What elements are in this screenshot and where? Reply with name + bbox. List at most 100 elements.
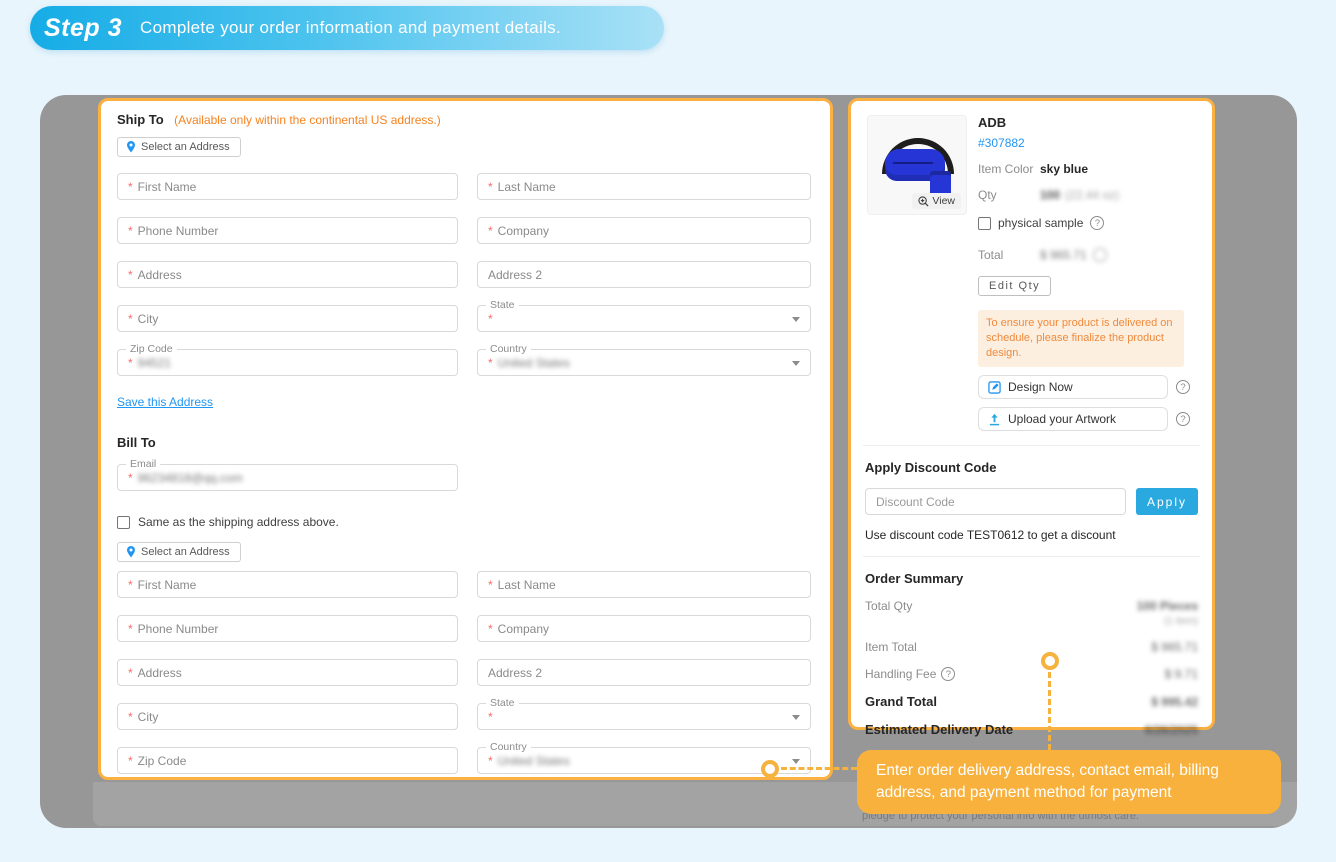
bill-city-input[interactable]: *City — [117, 703, 458, 730]
view-product-button[interactable]: View — [912, 193, 961, 209]
tooltip-connector-line — [781, 767, 857, 770]
ship-select-address-label: Select an Address — [141, 141, 230, 153]
divider — [863, 445, 1200, 446]
qty-extra-redacted: (22.44 oz) — [1065, 188, 1119, 202]
design-icon — [988, 381, 1001, 394]
order-summary-heading: Order Summary — [865, 571, 1198, 586]
total-qty-value-redacted: 100 Pieces — [1137, 599, 1198, 613]
handling-fee-label: Handling Fee ? — [865, 667, 955, 681]
same-address-label: Same as the shipping address above. — [138, 515, 339, 529]
total-label: Total — [978, 248, 1040, 262]
item-color-value: sky blue — [1040, 162, 1088, 176]
upload-artwork-button[interactable]: Upload your Artwork — [978, 407, 1168, 431]
total-value-redacted: $ 965.71 — [1040, 248, 1107, 262]
handling-fee-value-redacted: $ 9.71 — [1165, 667, 1198, 681]
physical-sample-label: physical sample — [998, 216, 1083, 230]
ship-country-select[interactable]: Country * United States — [477, 349, 811, 376]
discount-heading: Apply Discount Code — [865, 460, 1198, 475]
bill-state-select[interactable]: State * — [477, 703, 811, 730]
bill-zip-input[interactable]: *Zip Code — [117, 747, 458, 774]
total-qty-sub-redacted: (1 item) — [865, 616, 1198, 627]
country-floating-label: Country — [486, 343, 531, 355]
bill-company-input[interactable]: *Company — [477, 615, 811, 642]
ship-last-name-input[interactable]: *Last Name — [477, 173, 811, 200]
state-floating-label: State — [486, 299, 519, 311]
chevron-down-icon — [792, 361, 800, 366]
ship-company-input[interactable]: *Company — [477, 217, 811, 244]
bill-first-name-input[interactable]: *First Name — [117, 571, 458, 598]
ship-to-note: (Available only within the continental U… — [174, 113, 441, 127]
tooltip-anchor-dot — [1041, 652, 1059, 670]
grand-total-value-redacted: $ 995.42 — [1151, 695, 1198, 709]
physical-sample-checkbox[interactable] — [978, 217, 991, 230]
discount-hint: Use discount code TEST0612 to get a disc… — [865, 528, 1198, 542]
product-name: ADB — [978, 113, 1198, 130]
total-qty-label: Total Qty — [865, 599, 912, 613]
chevron-down-icon — [792, 317, 800, 322]
country-value-redacted: United States — [498, 754, 570, 768]
step-banner: Step 3 Complete your order information a… — [30, 6, 664, 50]
help-icon — [1093, 248, 1107, 262]
bill-email-input[interactable]: Email * 96234818@qq.com — [117, 464, 458, 491]
zip-floating-label: Zip Code — [126, 343, 177, 355]
tooltip-anchor-dot — [761, 760, 779, 778]
ship-zip-input[interactable]: Zip Code * 94521 — [117, 349, 458, 376]
item-color-label: Item Color — [978, 162, 1040, 176]
ship-first-name-input[interactable]: *First Name — [117, 173, 458, 200]
edit-qty-button[interactable]: Edit Qty — [978, 276, 1051, 296]
ship-address2-input[interactable]: Address 2 — [477, 261, 811, 288]
location-pin-icon — [126, 141, 136, 153]
item-total-value-redacted: $ 965.71 — [1151, 640, 1198, 654]
country-value-redacted: United States — [498, 356, 570, 370]
help-icon[interactable]: ? — [1176, 412, 1190, 426]
same-address-checkbox[interactable] — [117, 516, 130, 529]
design-notice: To ensure your product is delivered on s… — [978, 310, 1184, 367]
product-image: View — [867, 115, 967, 215]
qty-label: Qty — [978, 188, 1040, 202]
ship-state-select[interactable]: State * — [477, 305, 811, 332]
upload-icon — [988, 413, 1001, 426]
qty-value-redacted: 100 — [1040, 188, 1060, 202]
help-icon[interactable]: ? — [1176, 380, 1190, 394]
product-id-link[interactable]: #307882 — [978, 136, 1198, 150]
step-title: Complete your order information and paym… — [140, 18, 561, 38]
discount-code-input[interactable] — [865, 488, 1126, 515]
help-icon[interactable]: ? — [941, 667, 955, 681]
state-floating-label: State — [486, 697, 519, 709]
ship-address-input[interactable]: *Address — [117, 261, 458, 288]
ship-to-heading: Ship To (Available only within the conti… — [117, 111, 814, 129]
tooltip-connector-line — [1048, 672, 1051, 750]
chevron-down-icon — [792, 759, 800, 764]
design-now-button[interactable]: Design Now — [978, 375, 1168, 399]
apply-discount-button[interactable]: Apply — [1136, 488, 1198, 515]
order-panel: View ADB #307882 Item Color sky blue Qty… — [848, 98, 1215, 730]
delivery-date-label: Estimated Delivery Date — [865, 722, 1013, 737]
design-now-label: Design Now — [1008, 380, 1073, 394]
divider — [863, 556, 1200, 557]
upload-artwork-label: Upload your Artwork — [1008, 412, 1116, 426]
bill-last-name-input[interactable]: *Last Name — [477, 571, 811, 598]
product-section: View ADB #307882 Item Color sky blue Qty… — [865, 113, 1198, 431]
grand-total-label: Grand Total — [865, 694, 937, 709]
ship-city-input[interactable]: *City — [117, 305, 458, 332]
zoom-plus-icon — [918, 196, 929, 207]
location-pin-icon — [126, 546, 136, 558]
bill-address-input[interactable]: *Address — [117, 659, 458, 686]
email-value-redacted: 96234818@qq.com — [138, 471, 243, 485]
bill-select-address-button[interactable]: Select an Address — [117, 542, 241, 562]
delivery-date-value-redacted: 6/26/2025 — [1145, 723, 1198, 737]
item-total-label: Item Total — [865, 640, 917, 654]
email-floating-label: Email — [126, 458, 160, 470]
bill-phone-input[interactable]: *Phone Number — [117, 615, 458, 642]
country-floating-label: Country — [486, 741, 531, 753]
save-address-link[interactable]: Save this Address — [117, 395, 213, 409]
ship-phone-input[interactable]: *Phone Number — [117, 217, 458, 244]
instruction-tooltip: Enter order delivery address, contact em… — [857, 750, 1281, 814]
chevron-down-icon — [792, 715, 800, 720]
bill-address2-input[interactable]: Address 2 — [477, 659, 811, 686]
help-icon[interactable]: ? — [1090, 216, 1104, 230]
ship-select-address-button[interactable]: Select an Address — [117, 137, 241, 157]
zip-value-redacted: 94521 — [138, 356, 171, 370]
bill-select-address-label: Select an Address — [141, 546, 230, 558]
view-label: View — [932, 195, 955, 207]
